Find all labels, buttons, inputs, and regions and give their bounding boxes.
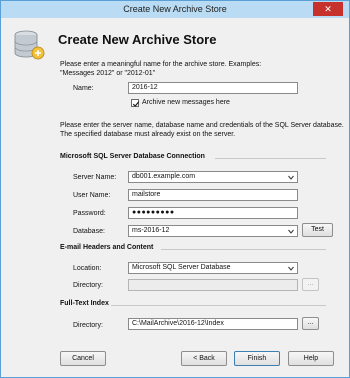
database-combo[interactable]: ms-2016-12 — [128, 225, 298, 237]
divider — [111, 305, 326, 306]
name-intro-line1: Please enter a meaningful name for the a… — [60, 61, 262, 68]
password-field[interactable]: ●●●●●●●●● — [128, 207, 298, 219]
checkmark-icon — [132, 101, 140, 107]
location-combo[interactable]: Microsoft SQL Server Database — [128, 262, 298, 274]
cancel-button[interactable]: Cancel — [60, 351, 106, 366]
finish-button[interactable]: Finish — [234, 351, 280, 366]
test-button[interactable]: Test — [302, 223, 333, 237]
location-label: Location: — [73, 265, 102, 272]
chevron-down-icon — [288, 229, 294, 234]
sql-intro-line2: The specified database must already exis… — [60, 131, 236, 138]
chevron-down-icon — [288, 266, 294, 271]
password-label: Password: — [73, 210, 106, 217]
title-bar: Create New Archive Store ✕ — [1, 1, 349, 18]
archive-new-messages-checkbox[interactable] — [131, 99, 140, 107]
page-title: Create New Archive Store — [58, 32, 217, 47]
content-browse-button[interactable]: ... — [302, 278, 319, 291]
server-name-label: Server Name: — [73, 174, 117, 181]
help-button[interactable]: Help — [288, 351, 334, 366]
index-directory-field[interactable]: C:\MailArchive\2016-12\Index — [128, 318, 298, 330]
content-directory-field[interactable] — [128, 279, 298, 291]
sql-connection-heading: Microsoft SQL Server Database Connection — [60, 153, 205, 160]
sql-intro: Please enter the server name, database n… — [60, 121, 344, 139]
close-button[interactable]: ✕ — [313, 2, 343, 16]
server-name-combo[interactable]: db001.example.com — [128, 171, 298, 183]
back-button[interactable]: < Back — [181, 351, 227, 366]
user-name-label: User Name: — [73, 192, 111, 199]
name-field[interactable]: 2016-12 — [128, 82, 298, 94]
user-name-field[interactable]: mailstore — [128, 189, 298, 201]
fulltext-heading: Full-Text Index — [60, 300, 109, 307]
name-label: Name: — [73, 85, 94, 92]
headers-content-heading: E-mail Headers and Content — [60, 244, 154, 251]
archive-new-messages-label: Archive new messages here — [142, 99, 230, 106]
divider — [161, 249, 326, 250]
name-intro: Please enter a meaningful name for the a… — [60, 60, 261, 78]
chevron-down-icon — [288, 175, 294, 180]
server-name-value: db001.example.com — [132, 173, 196, 180]
window-title: Create New Archive Store — [123, 4, 227, 14]
location-value: Microsoft SQL Server Database — [132, 264, 231, 271]
database-icon — [13, 29, 45, 63]
content-directory-label: Directory: — [73, 282, 103, 289]
database-label: Database: — [73, 228, 105, 235]
dialog-window: Create New Archive Store ✕ Create New Ar… — [0, 0, 350, 378]
name-intro-line2: "Messages 2012" or "2012-01" — [60, 70, 156, 77]
database-value: ms-2016-12 — [132, 227, 170, 234]
sql-intro-line1: Please enter the server name, database n… — [60, 122, 344, 129]
index-browse-button[interactable]: ... — [302, 317, 319, 330]
divider — [215, 158, 326, 159]
index-directory-label: Directory: — [73, 322, 103, 329]
